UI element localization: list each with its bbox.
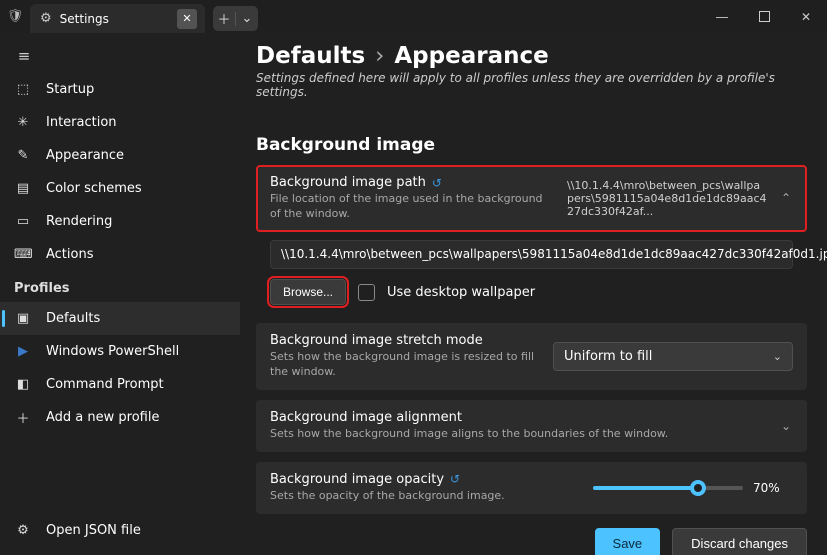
sidebar-item-defaults[interactable]: ▣ Defaults <box>0 302 240 335</box>
appearance-icon: ✎ <box>14 148 32 163</box>
sidebar-item-label: Startup <box>46 82 94 97</box>
defaults-icon: ▣ <box>14 311 32 326</box>
breadcrumb: Defaults › Appearance <box>256 43 807 69</box>
profiles-header: Profiles <box>0 271 240 302</box>
card-desc: Sets the opacity of the background image… <box>270 489 581 504</box>
sidebar-item-powershell[interactable]: ▶ Windows PowerShell <box>0 335 240 368</box>
cmd-icon: ◧ <box>14 377 32 392</box>
sidebar-item-open-json[interactable]: ⚙ Open JSON file <box>0 514 240 547</box>
sidebar-item-label: Add a new profile <box>46 410 159 425</box>
chevron-down-icon[interactable]: ⌄ <box>236 11 258 26</box>
sidebar-item-label: Actions <box>46 247 94 262</box>
card-bg-image-path[interactable]: Background image path ↺ File location of… <box>256 165 807 232</box>
plus-icon: ＋ <box>213 9 235 28</box>
hamburger-icon[interactable]: ≡ <box>4 39 44 73</box>
page-subtitle: Settings defined here will apply to all … <box>256 71 807 99</box>
card-desc: Sets how the background image aligns to … <box>270 427 767 442</box>
shield-icon: 🛡 <box>0 0 30 33</box>
titlebar: 🛡 ⚙ Settings ✕ ＋ ⌄ ― ✕ <box>0 0 827 33</box>
card-opacity[interactable]: Background image opacity ↺ Sets the opac… <box>256 462 807 514</box>
plus-icon: ＋ <box>14 408 32 427</box>
maximize-button[interactable] <box>743 0 785 33</box>
powershell-icon: ▶ <box>14 344 32 359</box>
window-controls: ― ✕ <box>701 0 827 33</box>
discard-button[interactable]: Discard changes <box>672 528 807 555</box>
slider-thumb[interactable] <box>690 480 706 496</box>
color-schemes-icon: ▤ <box>14 181 32 196</box>
sidebar-item-interaction[interactable]: ✳ Interaction <box>0 106 240 139</box>
card-title: Background image stretch mode <box>270 333 541 348</box>
reset-icon[interactable]: ↺ <box>450 472 460 486</box>
card-title: Background image opacity <box>270 472 444 487</box>
rendering-icon: ▭ <box>14 214 32 229</box>
gear-icon: ⚙ <box>40 11 52 26</box>
sidebar-item-appearance[interactable]: ✎ Appearance <box>0 139 240 172</box>
select-value: Uniform to fill <box>564 349 773 364</box>
card-title: Background image alignment <box>270 410 767 425</box>
chevron-down-icon[interactable]: ⌄ <box>779 419 793 433</box>
gear-icon: ⚙ <box>14 523 32 538</box>
chevron-up-icon[interactable]: ⌃ <box>779 191 793 205</box>
sidebar-item-label: Interaction <box>46 115 117 130</box>
sidebar-item-color-schemes[interactable]: ▤ Color schemes <box>0 172 240 205</box>
close-tab-button[interactable]: ✕ <box>177 9 197 29</box>
desktop-wallpaper-checkbox[interactable] <box>358 284 375 301</box>
sidebar-item-command-prompt[interactable]: ◧ Command Prompt <box>0 368 240 401</box>
sidebar-item-label: Windows PowerShell <box>46 344 179 359</box>
card-title: Background image path <box>270 175 426 190</box>
card-alignment[interactable]: Background image alignment Sets how the … <box>256 400 807 452</box>
sidebar-item-label: Command Prompt <box>46 377 164 392</box>
sidebar-item-label: Rendering <box>46 214 112 229</box>
card-desc: Sets how the background image is resized… <box>270 350 541 380</box>
sidebar: ≡ ⬚ Startup ✳ Interaction ✎ Appearance ▤… <box>0 33 240 555</box>
browse-button[interactable]: Browse... <box>270 279 346 305</box>
new-tab-button[interactable]: ＋ ⌄ <box>213 6 258 31</box>
content: Defaults › Appearance Settings defined h… <box>240 33 827 555</box>
sidebar-item-add-profile[interactable]: ＋ Add a new profile <box>0 401 240 434</box>
card-desc: File location of the image used in the b… <box>270 192 555 222</box>
stretch-select[interactable]: Uniform to fill ⌄ <box>553 342 793 371</box>
card-value: \\10.1.4.4\mro\between_pcs\wallpapers\59… <box>567 179 767 218</box>
card-stretch-mode[interactable]: Background image stretch mode Sets how t… <box>256 323 807 390</box>
reset-icon[interactable]: ↺ <box>432 176 442 190</box>
opacity-slider[interactable] <box>593 486 743 490</box>
sidebar-item-actions[interactable]: ⌨ Actions <box>0 238 240 271</box>
checkbox-label: Use desktop wallpaper <box>387 285 535 300</box>
sidebar-item-label: Defaults <box>46 311 100 326</box>
breadcrumb-appearance: Appearance <box>394 43 548 69</box>
sidebar-item-label: Open JSON file <box>46 523 141 538</box>
chevron-down-icon: ⌄ <box>773 350 782 363</box>
startup-icon: ⬚ <box>14 82 32 97</box>
sidebar-item-rendering[interactable]: ▭ Rendering <box>0 205 240 238</box>
sidebar-item-label: Color schemes <box>46 181 142 196</box>
sidebar-item-startup[interactable]: ⬚ Startup <box>0 73 240 106</box>
minimize-button[interactable]: ― <box>701 0 743 33</box>
interaction-icon: ✳ <box>14 115 32 130</box>
bg-image-path-input[interactable]: \\10.1.4.4\mro\between_pcs\wallpapers\59… <box>270 240 793 270</box>
breadcrumb-defaults[interactable]: Defaults <box>256 43 365 69</box>
tab-label: Settings <box>60 12 169 26</box>
sidebar-item-label: Appearance <box>46 148 124 163</box>
section-heading: Background image <box>256 135 807 155</box>
save-button[interactable]: Save <box>595 528 661 555</box>
tab-settings[interactable]: ⚙ Settings ✕ <box>30 4 205 33</box>
close-window-button[interactable]: ✕ <box>785 0 827 33</box>
opacity-value: 70% <box>753 481 780 495</box>
chevron-right-icon: › <box>375 43 384 69</box>
actions-icon: ⌨ <box>14 247 32 262</box>
